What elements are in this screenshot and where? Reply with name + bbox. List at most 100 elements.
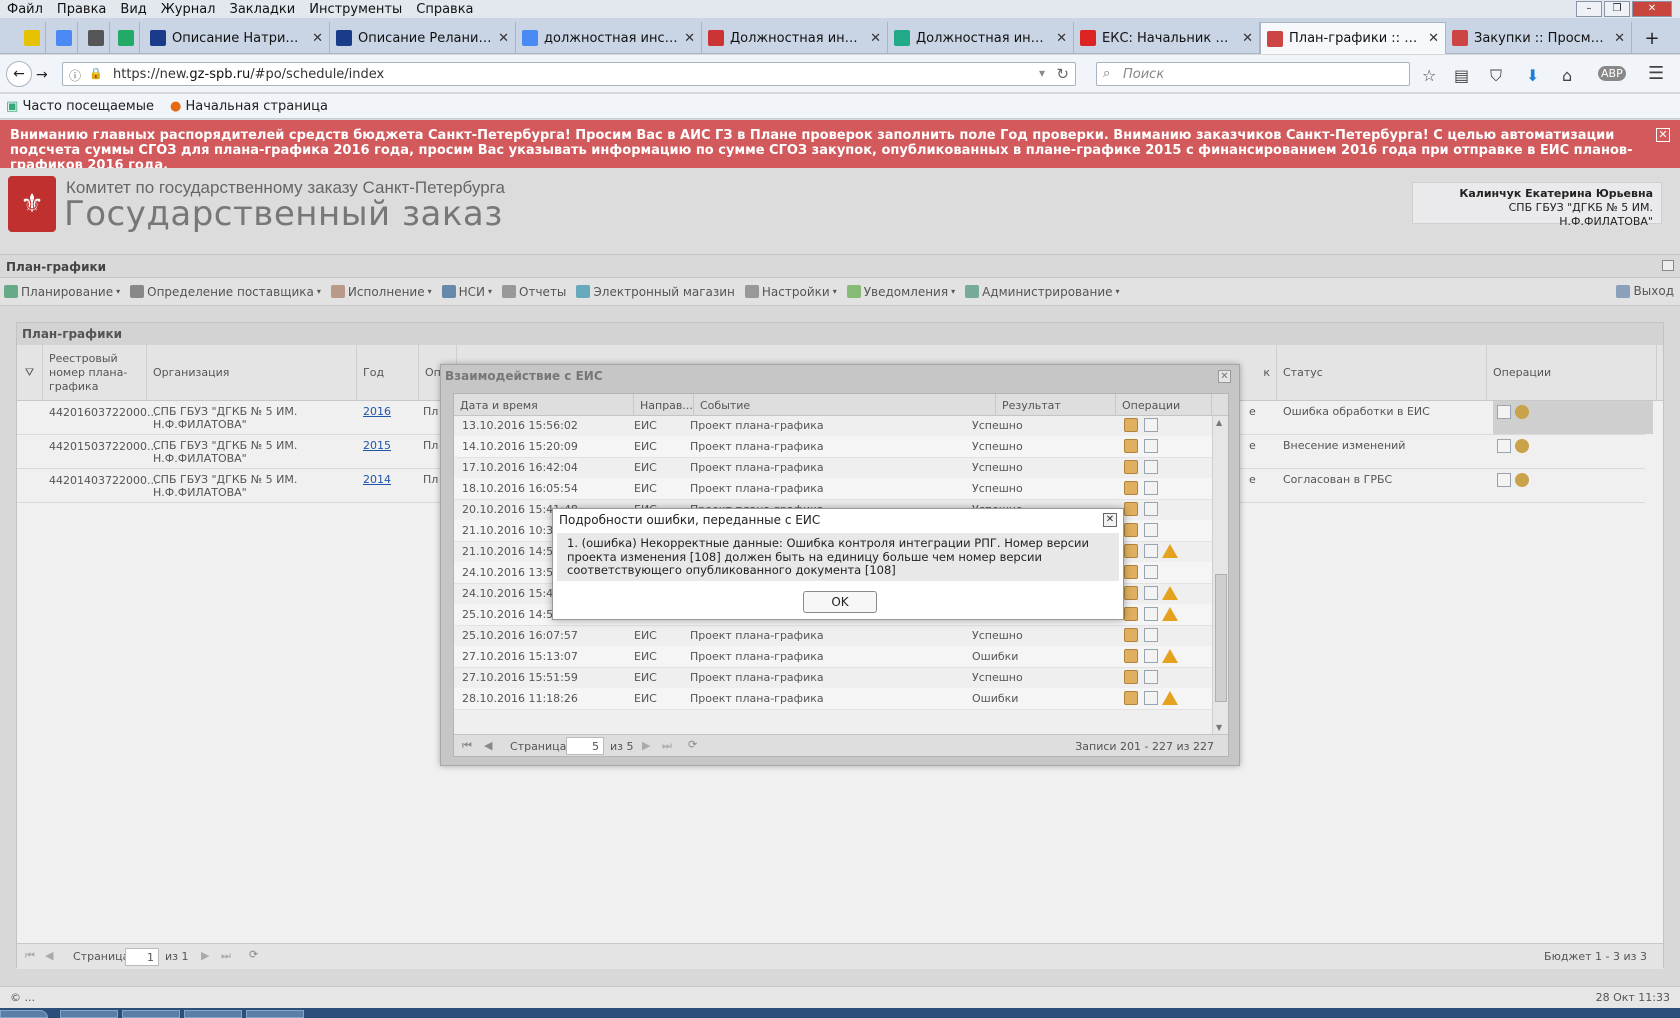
dropdown-arrow-icon[interactable]: ▾: [1039, 66, 1045, 80]
menu-item-1[interactable]: Правка: [50, 2, 113, 17]
taskbar-item[interactable]: [246, 1010, 304, 1018]
menu-item-0[interactable]: Файл: [0, 2, 50, 17]
announcement-close-button[interactable]: ✕: [1656, 128, 1670, 142]
pinned-tab[interactable]: [112, 22, 140, 54]
last-page-icon[interactable]: ⏭: [662, 739, 672, 753]
forward-button[interactable]: →: [36, 67, 48, 83]
package-icon[interactable]: [1124, 607, 1138, 621]
document-icon[interactable]: [1144, 628, 1158, 642]
browser-tab[interactable]: План-графики :: АИ... ✕: [1260, 22, 1446, 54]
package-icon[interactable]: [1124, 649, 1138, 663]
page-input[interactable]: 5: [566, 737, 604, 755]
browser-tab[interactable]: ЕКС: Начальник отде... ✕: [1074, 22, 1260, 54]
col-status[interactable]: Статус: [1277, 345, 1487, 401]
browser-tab[interactable]: Описание Натрия ок... ✕: [144, 22, 330, 54]
browser-tab[interactable]: Должностная инстру... ✕: [702, 22, 888, 54]
pinned-tab[interactable]: [82, 22, 110, 54]
scroll-down-icon[interactable]: ▼: [1216, 723, 1222, 732]
edit-document-icon[interactable]: [1497, 439, 1511, 453]
document-icon[interactable]: [1144, 439, 1158, 453]
document-icon[interactable]: [1144, 544, 1158, 558]
toolbar-item-8[interactable]: Администрирование ▾: [961, 285, 1125, 299]
tab-close-icon[interactable]: ✕: [1428, 31, 1439, 46]
col-datetime[interactable]: Дата и время: [454, 394, 634, 416]
cell-year[interactable]: 2015: [363, 439, 413, 452]
package-icon[interactable]: [1124, 544, 1138, 558]
eagle-emblem-icon[interactable]: [1515, 473, 1529, 487]
package-icon[interactable]: [1124, 586, 1138, 600]
document-icon[interactable]: [1144, 460, 1158, 474]
window-close-button[interactable]: ✕: [1632, 1, 1672, 17]
menu-item-2[interactable]: Вид: [113, 2, 153, 17]
start-button[interactable]: [0, 1010, 48, 1018]
eis-close-button[interactable]: ✕: [1218, 370, 1231, 383]
hamburger-menu-icon[interactable]: ☰: [1648, 63, 1664, 84]
warning-icon[interactable]: [1162, 586, 1178, 600]
next-page-icon[interactable]: ▶: [201, 949, 209, 962]
tab-close-icon[interactable]: ✕: [1056, 31, 1067, 46]
first-page-icon[interactable]: ⏮: [25, 949, 35, 963]
scroll-thumb[interactable]: [1215, 574, 1227, 702]
toolbar-item-2[interactable]: Исполнение ▾: [327, 285, 438, 299]
col-operations[interactable]: Операции: [1487, 345, 1657, 401]
menu-item-6[interactable]: Справка: [409, 2, 480, 17]
eagle-emblem-icon[interactable]: [1515, 405, 1529, 419]
col-operations[interactable]: Операции: [1116, 394, 1212, 416]
list-item[interactable]: 25.10.2016 16:07:57 ЕИС Проект плана-графи…: [454, 625, 1212, 647]
toolbar-item-5[interactable]: Электронный магазин: [572, 285, 741, 299]
list-item[interactable]: 18.10.2016 16:05:54 ЕИС Проект плана-графи…: [454, 478, 1212, 500]
collapse-icon[interactable]: [1662, 260, 1674, 271]
tab-close-icon[interactable]: ✕: [312, 31, 323, 46]
browser-tab[interactable]: Закупки :: Просмотр ... ✕: [1446, 22, 1632, 54]
list-item[interactable]: 27.10.2016 15:13:07 ЕИС Проект плана-графи…: [454, 646, 1212, 668]
cell-year[interactable]: 2014: [363, 473, 413, 486]
maximize-button[interactable]: ❐: [1604, 1, 1630, 17]
pocket-icon[interactable]: ⛉: [1490, 66, 1502, 86]
package-icon[interactable]: [1124, 439, 1138, 453]
document-icon[interactable]: [1144, 565, 1158, 579]
first-page-icon[interactable]: ⏮: [462, 739, 472, 753]
prev-page-icon[interactable]: ◀: [45, 949, 53, 962]
toolbar-item-7[interactable]: Уведомления ▾: [843, 285, 961, 299]
taskbar-item[interactable]: [122, 1010, 180, 1018]
toolbar-item-4[interactable]: Отчеты: [498, 285, 572, 299]
col-organization[interactable]: Организация: [147, 345, 357, 401]
refresh-icon[interactable]: ⟳: [688, 738, 697, 751]
error-dialog-close-button[interactable]: ✕: [1103, 513, 1117, 527]
tab-close-icon[interactable]: ✕: [870, 31, 881, 46]
toolbar-item-1[interactable]: Определение поставщика ▾: [126, 285, 327, 299]
tab-close-icon[interactable]: ✕: [1614, 31, 1625, 46]
eis-scrollbar[interactable]: ▲ ▼: [1212, 416, 1228, 734]
package-icon[interactable]: [1124, 628, 1138, 642]
bookmark-start-page[interactable]: ● Начальная страница: [170, 99, 328, 114]
menu-item-5[interactable]: Инструменты: [302, 2, 409, 17]
tab-close-icon[interactable]: ✕: [1242, 31, 1253, 46]
menu-item-3[interactable]: Журнал: [154, 2, 223, 17]
package-icon[interactable]: [1124, 481, 1138, 495]
menu-item-4[interactable]: Закладки: [223, 2, 303, 17]
document-icon[interactable]: [1144, 607, 1158, 621]
minimize-button[interactable]: –: [1576, 1, 1602, 17]
list-item[interactable]: 27.10.2016 15:51:59 ЕИС Проект плана-графи…: [454, 667, 1212, 689]
reload-icon[interactable]: ↻: [1056, 65, 1069, 83]
col-result[interactable]: Результат: [996, 394, 1116, 416]
warning-icon[interactable]: [1162, 691, 1178, 705]
package-icon[interactable]: [1124, 670, 1138, 684]
tab-close-icon[interactable]: ✕: [498, 31, 509, 46]
ok-button[interactable]: OK: [803, 591, 877, 613]
new-tab-button[interactable]: +: [1638, 22, 1666, 54]
cell-year[interactable]: 2016: [363, 405, 413, 418]
home-icon[interactable]: ⌂: [1562, 66, 1572, 85]
list-item[interactable]: 13.10.2016 15:56:02 ЕИС Проект плана-графи…: [454, 416, 1212, 437]
toolbar-item-0[interactable]: Планирование ▾: [0, 285, 126, 299]
last-page-icon[interactable]: ⏭: [221, 949, 231, 963]
document-icon[interactable]: [1144, 691, 1158, 705]
search-input[interactable]: ⌕ Поиск: [1096, 62, 1410, 86]
pinned-tab[interactable]: [50, 22, 78, 54]
scroll-up-icon[interactable]: ▲: [1216, 418, 1222, 427]
edit-document-icon[interactable]: [1497, 405, 1511, 419]
adblock-icon[interactable]: ABP: [1598, 66, 1626, 81]
col-year[interactable]: Год: [357, 345, 419, 401]
refresh-icon[interactable]: ⟳: [249, 948, 258, 961]
package-icon[interactable]: [1124, 502, 1138, 516]
